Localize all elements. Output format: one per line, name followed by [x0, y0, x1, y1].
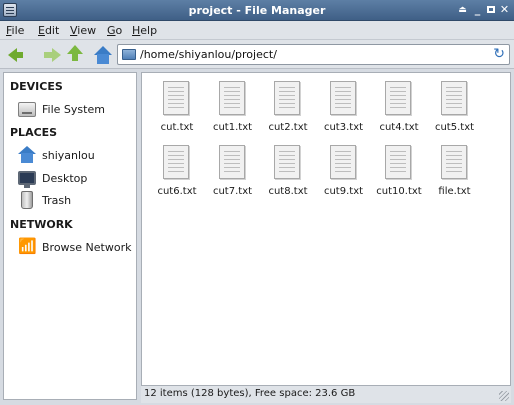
eject-icon[interactable]: ⏏ — [456, 3, 469, 17]
text-file-icon — [218, 145, 245, 179]
section-devices: DEVICES — [10, 80, 63, 93]
resize-grip-icon[interactable] — [499, 391, 509, 401]
file-view[interactable]: cut.txt cut1.txt cut2.txt cut3.txt cut4.txt c… — [141, 72, 511, 386]
back-button[interactable] — [6, 44, 28, 66]
maximize-button[interactable] — [484, 3, 497, 17]
menu-bar: File Edit View Go Help — [0, 21, 514, 40]
up-button[interactable] — [64, 44, 86, 66]
sidebar-item-label: shiyanlou — [42, 149, 95, 162]
sidebar: DEVICES File System PLACES shiyanlou Des… — [3, 72, 137, 400]
file-name: cut5.txt — [434, 122, 475, 133]
toolbar: /home/shiyanlou/project/ ↻ — [0, 40, 514, 69]
text-file-icon — [329, 81, 356, 115]
window-title: project - File Manager — [188, 4, 326, 17]
menu-view[interactable]: View — [70, 24, 96, 37]
forward-button[interactable] — [34, 44, 61, 66]
sidebar-item-shiyanlou[interactable]: shiyanlou — [18, 146, 134, 164]
location-bar[interactable]: /home/shiyanlou/project/ ↻ — [117, 44, 510, 65]
menu-file[interactable]: File — [6, 24, 24, 37]
section-network: NETWORK — [10, 218, 73, 231]
sidebar-item-label: Trash — [42, 194, 72, 207]
sidebar-item-label: File System — [42, 103, 105, 116]
text-file-icon — [440, 81, 467, 115]
back-arrow-icon — [8, 48, 23, 62]
home-icon — [94, 46, 112, 64]
sidebar-item-trash[interactable]: Trash — [18, 191, 134, 209]
text-file-icon — [274, 145, 300, 179]
close-button[interactable]: ✕ — [498, 3, 511, 17]
status-text: 12 items (128 bytes), Free space: 23.6 G… — [144, 388, 356, 399]
home-button[interactable] — [92, 44, 114, 66]
text-file-icon — [440, 145, 467, 179]
menu-go[interactable]: Go — [107, 24, 122, 37]
text-file-icon — [163, 81, 189, 115]
text-file-icon — [274, 81, 300, 115]
forward-arrow-icon — [44, 48, 61, 62]
menu-edit[interactable]: Edit — [38, 24, 59, 37]
section-places: PLACES — [10, 126, 58, 139]
sidebar-item-file-system[interactable]: File System — [18, 100, 134, 118]
menu-help[interactable]: Help — [132, 24, 157, 37]
file-item[interactable]: cut5.txt — [425, 75, 485, 133]
minimize-button[interactable]: _ — [471, 3, 484, 17]
folder-icon — [122, 49, 136, 60]
trash-icon — [21, 191, 33, 209]
text-file-icon — [385, 145, 411, 179]
text-file-icon — [385, 81, 411, 115]
sidebar-item-browse-network[interactable]: 📶 Browse Network — [18, 238, 134, 256]
maximize-icon — [486, 6, 495, 13]
sidebar-item-label: Browse Network — [42, 241, 132, 254]
home-folder-icon — [18, 146, 36, 164]
status-bar: 12 items (128 bytes), Free space: 23.6 G… — [141, 386, 511, 403]
up-arrow-icon — [67, 45, 83, 61]
text-file-icon — [163, 145, 189, 179]
wifi-icon: 📶 — [18, 237, 37, 255]
file-name: file.txt — [438, 186, 471, 197]
desktop-icon — [18, 171, 36, 188]
text-file-icon — [218, 81, 245, 115]
reload-icon[interactable]: ↻ — [493, 47, 505, 62]
sidebar-item-desktop[interactable]: Desktop — [18, 169, 134, 188]
location-path[interactable]: /home/shiyanlou/project/ — [140, 48, 277, 61]
sidebar-item-label: Desktop — [42, 172, 88, 185]
title-bar[interactable]: project - File Manager ⏏ _ ✕ — [0, 0, 514, 21]
text-file-icon — [329, 145, 356, 179]
drive-icon — [18, 102, 36, 117]
file-item[interactable]: file.txt — [425, 139, 485, 197]
